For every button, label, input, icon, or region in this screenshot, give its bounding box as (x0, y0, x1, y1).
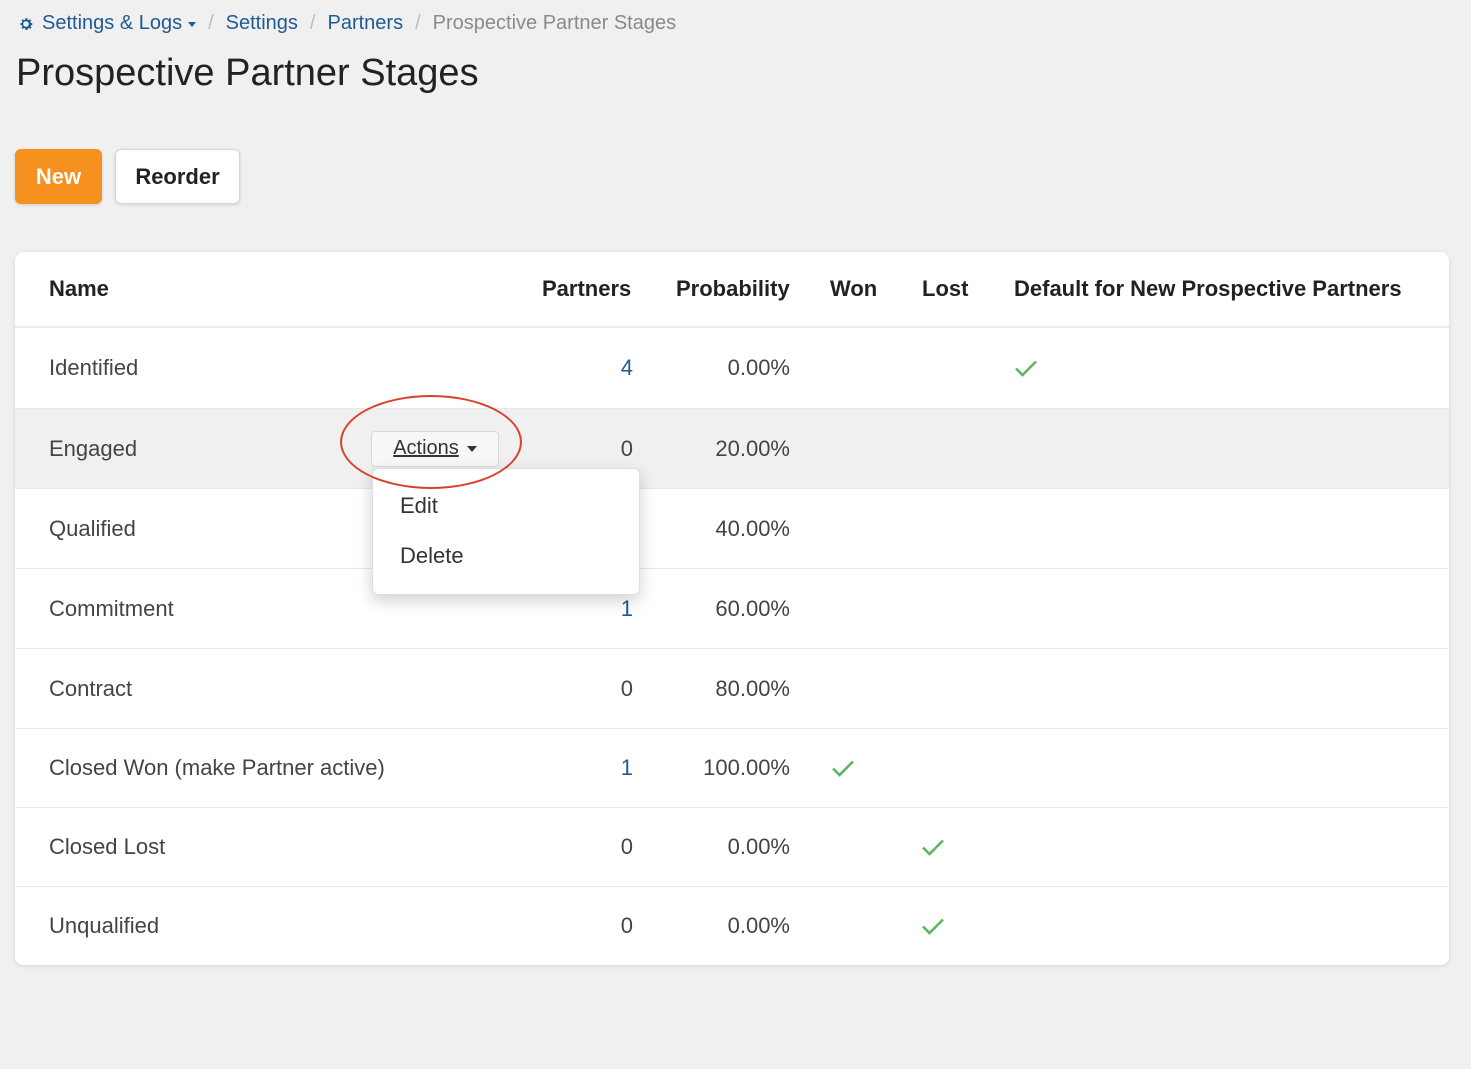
stages-table: Name Partners Probability Won Lost Defau… (15, 252, 1449, 965)
check-icon (922, 839, 944, 856)
column-header-won[interactable]: Won (830, 276, 877, 302)
actions-dropdown-button[interactable]: Actions (371, 430, 499, 467)
chevron-down-icon (466, 445, 477, 452)
column-header-name[interactable]: Name (49, 276, 109, 302)
gear-icon (20, 17, 33, 30)
table-row[interactable]: Commitment 1 60.00% (15, 569, 1449, 649)
menu-item-delete[interactable]: Delete (400, 543, 464, 569)
new-button[interactable]: New (15, 149, 102, 204)
partners-count: 0 (620, 913, 633, 938)
column-header-partners[interactable]: Partners (542, 276, 631, 302)
table-row[interactable]: Identified 4 0.00% (15, 328, 1449, 409)
reorder-button[interactable]: Reorder (115, 149, 240, 204)
stage-name: Closed Won (make Partner active) (49, 755, 385, 780)
probability-value: 0.00% (727, 834, 790, 859)
breadcrumb-current: Prospective Partner Stages (432, 12, 677, 34)
breadcrumb: Settings & Logs / Settings / Partners / … (18, 12, 676, 35)
probability-value: 60.00% (715, 595, 790, 621)
breadcrumb-separator: / (415, 12, 421, 34)
stage-name: Unqualified (49, 913, 160, 938)
check-icon (922, 918, 944, 935)
table-row[interactable]: Unqualified 0 0.00% (15, 887, 1449, 965)
probability-value: 80.00% (715, 675, 790, 701)
menu-item-edit[interactable]: Edit (400, 493, 438, 519)
stage-name: Qualified (49, 515, 136, 541)
actions-button-label: Actions (393, 437, 459, 459)
partners-count-link[interactable]: 4 (621, 355, 633, 381)
probability-value: 0.00% (727, 913, 790, 938)
stage-name: Closed Lost (49, 834, 166, 859)
page-title: Prospective Partner Stages (16, 52, 479, 94)
breadcrumb-separator: / (208, 12, 214, 34)
stage-name: Contract (49, 675, 133, 701)
table-row[interactable]: Contract 0 80.00% (15, 649, 1449, 729)
table-row[interactable]: Closed Won (make Partner active) 1 100.0… (15, 729, 1449, 808)
partners-count: 0 (620, 834, 633, 859)
stage-name: Identified (49, 355, 139, 380)
partners-count-link[interactable]: 1 (621, 755, 633, 781)
actions-dropdown-menu: Edit Delete (372, 468, 640, 595)
check-icon (832, 760, 854, 777)
breadcrumb-settings-logs[interactable]: Settings & Logs (42, 12, 182, 35)
chevron-down-icon[interactable] (188, 22, 197, 27)
breadcrumb-settings[interactable]: Settings (226, 12, 298, 35)
table-row[interactable]: Engaged Actions 0 20.00% (15, 409, 1449, 489)
table-header: Name Partners Probability Won Lost Defau… (15, 252, 1449, 328)
probability-value: 0.00% (727, 355, 790, 380)
table-row[interactable]: Qualified 40.00% (15, 489, 1449, 569)
column-header-lost[interactable]: Lost (922, 276, 968, 302)
probability-value: 20.00% (715, 435, 790, 461)
breadcrumb-separator: / (309, 12, 316, 34)
partners-count: 0 (620, 435, 633, 461)
table-row[interactable]: Closed Lost 0 0.00% (15, 808, 1449, 887)
breadcrumb-partners[interactable]: Partners (327, 12, 403, 35)
column-header-probability[interactable]: Probability (676, 276, 790, 302)
probability-value: 40.00% (715, 515, 790, 541)
partners-count: 0 (620, 675, 633, 701)
stage-name: Commitment (49, 595, 174, 621)
stage-name: Engaged (49, 435, 138, 461)
partners-count-link[interactable]: 1 (621, 596, 633, 622)
probability-value: 100.00% (703, 755, 790, 780)
column-header-default[interactable]: Default for New Prospective Partners (1014, 276, 1402, 302)
check-icon (1015, 360, 1037, 377)
